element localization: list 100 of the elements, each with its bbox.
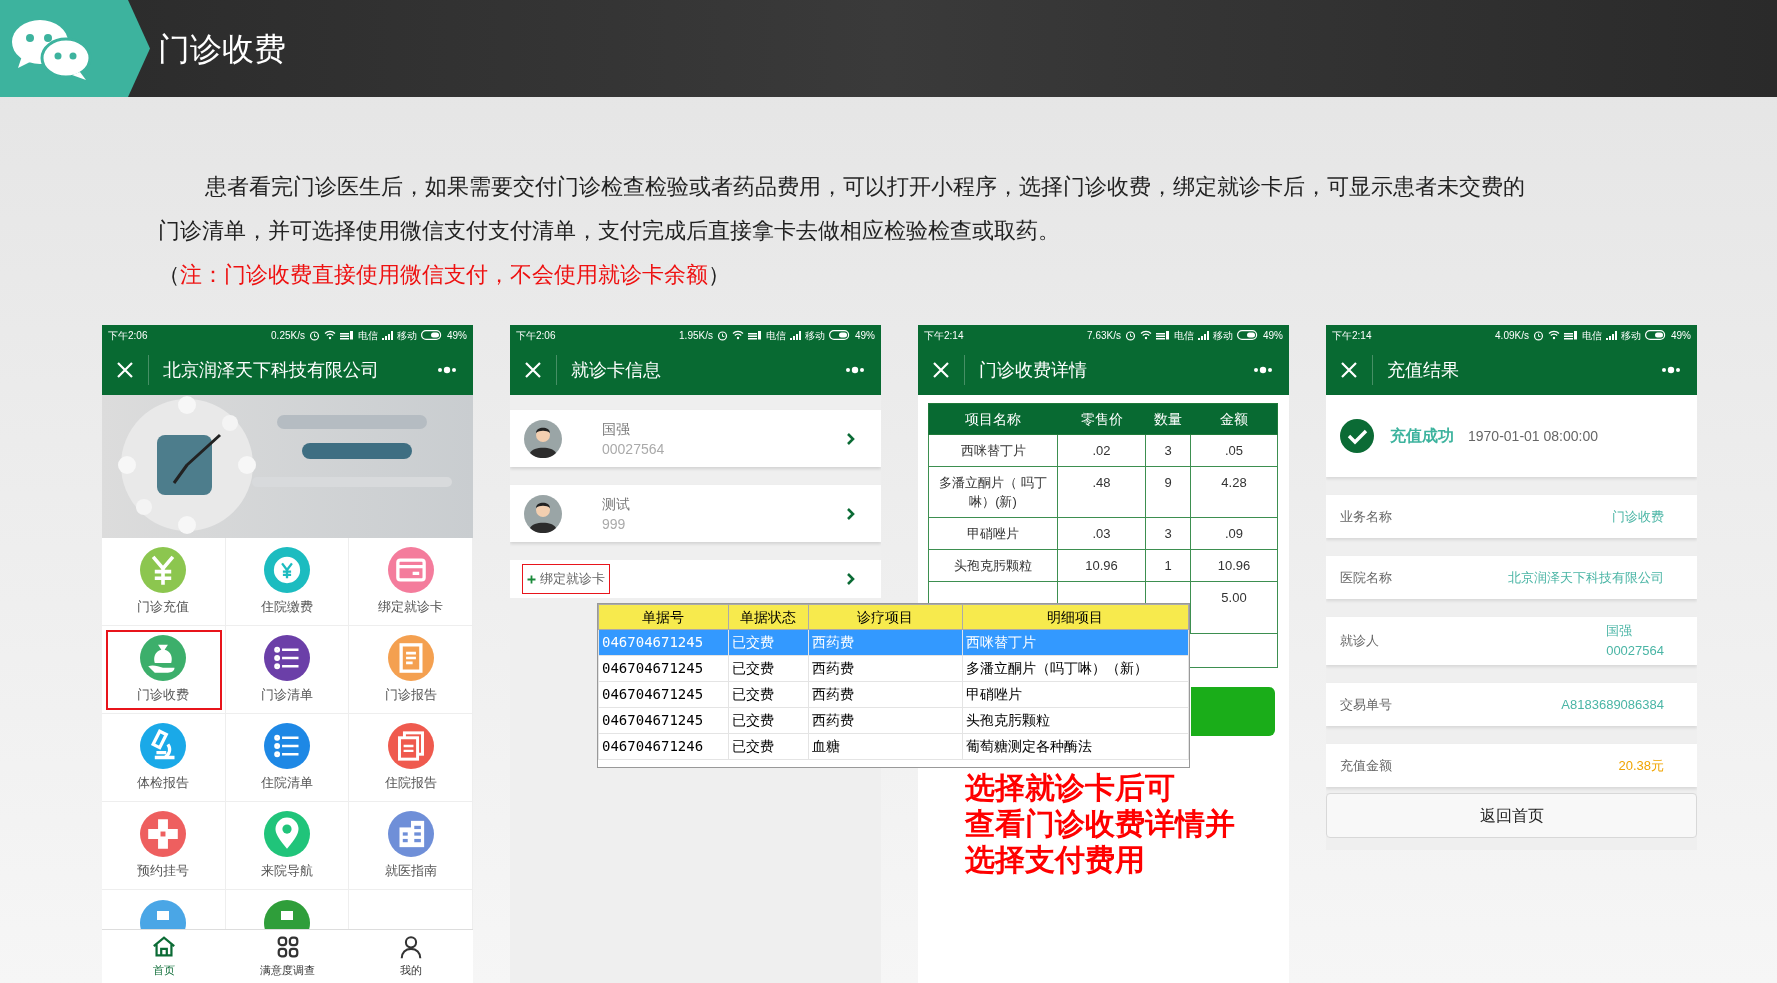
- more-icon[interactable]: [845, 366, 865, 374]
- table-cell: 头孢克肟颗粒: [928, 549, 1058, 582]
- column-header: 诊疗项目: [808, 604, 963, 630]
- carrier-text: 移动: [805, 328, 825, 343]
- speed-text: 0.25K/s: [271, 328, 305, 343]
- table-cell: 西药费: [808, 629, 963, 656]
- wifi-icon: [732, 330, 744, 340]
- more-icon[interactable]: [437, 366, 457, 374]
- table-row[interactable]: 046704671245 已交费 西药费 甲硝唑片: [598, 681, 1189, 708]
- battery-icon: [1237, 330, 1259, 340]
- field-value: 北京润泽天下科技有限公司: [1508, 568, 1664, 587]
- table-cell: 046704671245: [598, 629, 729, 656]
- battery-text: 49%: [1263, 328, 1283, 343]
- menu-item[interactable]: 门诊清单: [225, 626, 350, 714]
- close-icon[interactable]: [932, 361, 950, 379]
- menu-label: 来院导航: [261, 861, 313, 880]
- signal-bars-icon: [340, 330, 354, 340]
- table-cell: 西药费: [808, 681, 963, 708]
- field-value: 门诊收费: [1612, 507, 1664, 526]
- table-cell: .09: [1190, 517, 1278, 550]
- table-cell: 1: [1145, 549, 1191, 582]
- menu-item[interactable]: 就医指南: [349, 802, 473, 890]
- home-button[interactable]: 返回首页: [1326, 793, 1697, 838]
- wifi-icon: [1140, 330, 1152, 340]
- field-label: 就诊人: [1340, 632, 1379, 651]
- menu-item[interactable]: 门诊报告: [349, 626, 473, 714]
- note-text: （注：门诊收费直接使用微信支付，不会使用就诊卡余额）: [158, 261, 731, 289]
- battery-icon: [1645, 330, 1667, 340]
- page-title: 充值结果: [1387, 358, 1459, 382]
- close-icon[interactable]: [116, 361, 134, 379]
- menu-item[interactable]: 体检报告: [102, 714, 226, 802]
- table-cell: 已交费: [728, 707, 809, 734]
- bind-card-link[interactable]: 绑定就诊卡: [522, 564, 610, 594]
- card-item[interactable]: 测试 999: [510, 485, 881, 542]
- tab[interactable]: 首页: [102, 930, 226, 983]
- menu-label: 绑定就诊卡: [378, 597, 444, 616]
- menu-label: 门诊清单: [261, 685, 313, 704]
- chevron-right-icon[interactable]: [846, 572, 855, 586]
- carrier-text: 电信: [766, 328, 786, 343]
- wifi-icon: [1548, 330, 1560, 340]
- field-label: 交易单号: [1340, 695, 1392, 714]
- battery-text: 49%: [1671, 328, 1691, 343]
- menu-item[interactable]: 住院清单: [225, 714, 350, 802]
- menu-item[interactable]: 门诊充值: [102, 538, 226, 626]
- wifi-icon: [324, 330, 336, 340]
- check-circle-icon: [1340, 419, 1374, 453]
- menu-item[interactable]: 住院缴费: [225, 538, 350, 626]
- column-header: 明细项目: [962, 604, 1189, 630]
- field-value: A8183689086384: [1561, 695, 1664, 714]
- battery-icon: [829, 330, 851, 340]
- table-cell: 046704671246: [598, 733, 729, 760]
- status-text: 充值成功: [1390, 426, 1454, 446]
- column-header: 数量: [1145, 403, 1191, 435]
- table-row[interactable]: 046704671245 已交费 西药费 多潘立酮片（吗丁啉）（新）: [598, 655, 1189, 682]
- speed-text: 1.95K/s: [679, 328, 713, 343]
- table-cell: 已交费: [728, 681, 809, 708]
- more-icon[interactable]: [1661, 366, 1681, 374]
- time-text: 1970-01-01 08:00:00: [1468, 426, 1598, 446]
- battery-text: 49%: [447, 328, 467, 343]
- table-cell: 已交费: [728, 629, 809, 656]
- close-icon[interactable]: [524, 361, 542, 379]
- table-cell: 血糖: [808, 733, 963, 760]
- table-cell: 甲硝唑片: [928, 517, 1058, 550]
- card-number: 00027564: [602, 439, 665, 459]
- signal-bars-icon: [748, 330, 762, 340]
- time-text: 下午2:14: [1332, 328, 1372, 343]
- menu-item[interactable]: 绑定就诊卡: [349, 538, 473, 626]
- plus-icon: [527, 574, 536, 584]
- table-cell: 3: [1145, 517, 1191, 550]
- table-row[interactable]: 046704671246 已交费 血糖 葡萄糖测定各种酶法: [598, 733, 1189, 760]
- column-header: 金额: [1190, 403, 1278, 435]
- menu-item[interactable]: 预约挂号: [102, 802, 226, 890]
- table-row[interactable]: 046704671245 已交费 西药费 头孢克肟颗粒: [598, 707, 1189, 734]
- menu-item[interactable]: 来院导航: [225, 802, 350, 890]
- tab[interactable]: 满意度调查: [225, 930, 350, 983]
- chat-bubbles-icon: [10, 17, 92, 80]
- chevron-right-icon: [846, 506, 855, 521]
- patient-name: 国强: [602, 419, 631, 439]
- carrier-text: 移动: [1213, 328, 1233, 343]
- more-icon[interactable]: [1253, 366, 1273, 374]
- menu-label: 门诊报告: [384, 685, 437, 704]
- menu-item[interactable]: 住院报告: [349, 714, 473, 802]
- avatar-icon: [524, 494, 562, 533]
- signal-bars-icon: [1564, 330, 1578, 340]
- slide-title: 门诊收费: [158, 29, 286, 69]
- time-text: 下午2:06: [108, 328, 148, 343]
- column-header: 项目名称: [928, 403, 1058, 435]
- avatar-icon: [524, 419, 562, 458]
- table-cell: 10.96: [1057, 549, 1146, 582]
- table-cell: 3: [1145, 434, 1191, 467]
- menu-item[interactable]: 门诊收费: [102, 626, 226, 714]
- carrier-text: 移动: [1621, 328, 1641, 343]
- table-cell: 10.96: [1190, 549, 1278, 582]
- tab[interactable]: 我的: [349, 930, 473, 983]
- card-item[interactable]: 国强 00027564: [510, 410, 881, 467]
- close-icon[interactable]: [1340, 361, 1358, 379]
- battery-text: 49%: [855, 328, 875, 343]
- table-cell: 西咪替丁片: [928, 434, 1058, 467]
- signal-icon: [1198, 330, 1209, 340]
- menu-label: 住院报告: [384, 773, 437, 792]
